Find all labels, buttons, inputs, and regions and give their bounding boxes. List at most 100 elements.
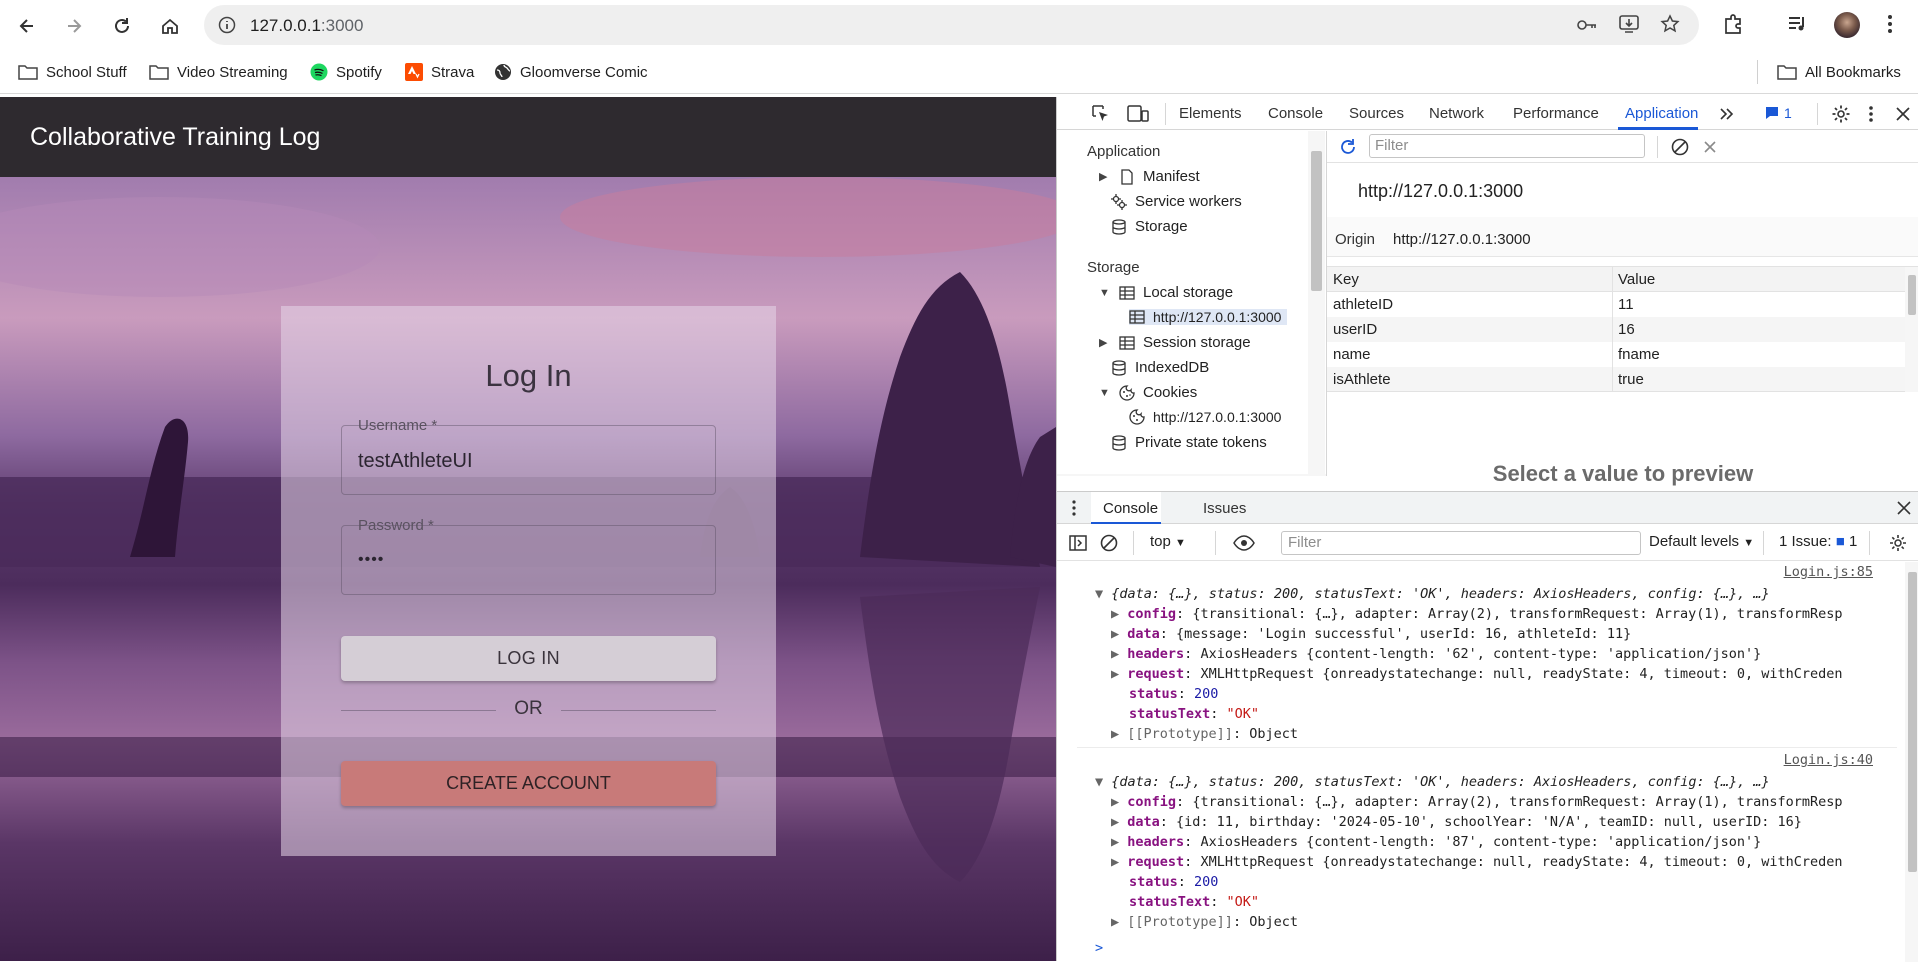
sidebar-scroll-thumb[interactable]: [1311, 151, 1322, 291]
sidebar-item-local-storage[interactable]: ▼ Local storage: [1099, 284, 1233, 301]
sidebar-item-manifest[interactable]: ▶ Manifest: [1099, 168, 1200, 185]
console-settings-icon[interactable]: [1889, 534, 1907, 552]
sidebar-item-cookies[interactable]: ▼ Cookies: [1099, 384, 1197, 401]
bookmark-spotify[interactable]: Spotify: [310, 61, 382, 83]
install-app-icon[interactable]: [1618, 14, 1640, 34]
log-prop-row[interactable]: ▶ data: {message: 'Login successful', us…: [1111, 624, 1631, 644]
all-bookmarks-button[interactable]: All Bookmarks: [1777, 61, 1901, 83]
live-expression-eye-icon[interactable]: [1233, 535, 1255, 551]
log-prop-row[interactable]: ▶ data: {id: 11, birthday: '2024-05-10',…: [1111, 812, 1802, 832]
close-devtools-icon[interactable]: [1895, 106, 1911, 122]
storage-filter-input[interactable]: Filter: [1369, 134, 1645, 158]
expand-arrow-icon[interactable]: ▶: [1111, 606, 1127, 622]
bookmark-school-stuff[interactable]: School Stuff: [18, 61, 127, 83]
collapse-arrow-icon[interactable]: ▼: [1095, 586, 1111, 602]
console-prompt-icon[interactable]: >: [1095, 938, 1103, 958]
log-summary[interactable]: ▼ {data: {…}, status: 200, statusText: '…: [1095, 584, 1770, 604]
collapse-arrow-icon[interactable]: ▼: [1099, 387, 1111, 399]
tab-elements[interactable]: Elements: [1179, 105, 1242, 122]
collapse-arrow-icon[interactable]: ▼: [1095, 774, 1111, 790]
sidebar-item-indexeddb[interactable]: IndexedDB: [1111, 359, 1209, 376]
extensions-icon[interactable]: [1722, 13, 1744, 35]
bookmark-strava[interactable]: Strava: [405, 61, 474, 83]
table-scroll-thumb[interactable]: [1908, 275, 1916, 315]
expand-arrow-icon[interactable]: ▶: [1099, 336, 1111, 349]
log-summary[interactable]: ▼ {data: {…}, status: 200, statusText: '…: [1095, 772, 1770, 792]
collapse-arrow-icon[interactable]: ▼: [1099, 287, 1111, 299]
log-prop-row[interactable]: ▶ request: XMLHttpRequest {onreadystatec…: [1111, 664, 1843, 684]
console-filter-input[interactable]: Filter: [1281, 531, 1641, 555]
drawer-menu-icon[interactable]: [1071, 499, 1077, 517]
sidebar-item-service-workers[interactable]: Service workers: [1111, 193, 1242, 210]
log-prop-row[interactable]: ▶ config: {transitional: {…}, adapter: A…: [1111, 604, 1843, 624]
sidebar-item-session-storage[interactable]: ▶ Session storage: [1099, 334, 1251, 351]
expand-arrow-icon[interactable]: ▶: [1111, 834, 1127, 850]
table-row[interactable]: name fname: [1327, 342, 1907, 367]
expand-arrow-icon[interactable]: ▶: [1111, 626, 1127, 642]
menu-dots-icon[interactable]: [1886, 13, 1894, 35]
expand-arrow-icon[interactable]: ▶: [1111, 646, 1127, 662]
log-levels-dropdown[interactable]: Default levels ▼: [1649, 533, 1754, 550]
devtools-menu-icon[interactable]: [1867, 104, 1875, 124]
login-button[interactable]: LOG IN: [341, 636, 716, 681]
back-button[interactable]: [11, 10, 43, 42]
tab-performance[interactable]: Performance: [1513, 105, 1599, 122]
more-tabs-icon[interactable]: [1718, 106, 1734, 122]
table-row[interactable]: userID 16: [1327, 317, 1907, 342]
device-toolbar-icon[interactable]: [1127, 104, 1149, 124]
close-drawer-icon[interactable]: [1897, 501, 1911, 515]
profile-avatar[interactable]: [1834, 12, 1860, 38]
tab-sources[interactable]: Sources: [1349, 105, 1404, 122]
context-selector[interactable]: top ▼: [1150, 533, 1186, 550]
username-field[interactable]: Username * testAthleteUI: [341, 417, 716, 495]
drawer-tab-issues[interactable]: Issues: [1203, 500, 1246, 517]
column-header-key[interactable]: Key: [1333, 271, 1359, 288]
refresh-icon[interactable]: [1339, 138, 1357, 156]
delete-selected-icon[interactable]: [1703, 140, 1717, 154]
console-issues-button[interactable]: 1 Issue: ■ 1: [1779, 533, 1857, 550]
password-field[interactable]: Password * ••••: [341, 517, 716, 595]
expand-arrow-icon[interactable]: ▶: [1111, 814, 1127, 830]
log-prop-row[interactable]: ▶ headers: AxiosHeaders {content-length:…: [1111, 644, 1761, 664]
address-bar[interactable]: 127.0.0.1:3000: [204, 5, 1699, 45]
info-icon[interactable]: [218, 16, 236, 34]
sidebar-item-local-origin[interactable]: http://127.0.0.1:3000: [1129, 309, 1288, 325]
tab-network[interactable]: Network: [1429, 105, 1484, 122]
home-button[interactable]: [154, 10, 186, 42]
sidebar-item-private-state-tokens[interactable]: Private state tokens: [1111, 434, 1267, 451]
bookmark-video-streaming[interactable]: Video Streaming: [149, 61, 288, 83]
expand-arrow-icon[interactable]: ▶: [1099, 170, 1111, 183]
log-source-link[interactable]: Login.js:40: [1784, 752, 1873, 768]
expand-arrow-icon[interactable]: ▶: [1111, 854, 1127, 870]
log-prop-row[interactable]: ▶ headers: AxiosHeaders {content-length:…: [1111, 832, 1761, 852]
bookmark-gloomverse-comic[interactable]: Gloomverse Comic: [494, 61, 648, 83]
reload-button[interactable]: [106, 10, 138, 42]
settings-gear-icon[interactable]: [1831, 104, 1851, 124]
inspect-element-icon[interactable]: [1091, 104, 1111, 124]
expand-arrow-icon[interactable]: ▶: [1111, 794, 1127, 810]
table-row[interactable]: isAthlete true: [1327, 367, 1907, 392]
log-source-link[interactable]: Login.js:85: [1784, 564, 1873, 580]
log-prop-row[interactable]: ▶ [[Prototype]]: Object: [1111, 912, 1298, 932]
clear-console-icon[interactable]: [1100, 534, 1118, 552]
table-row[interactable]: athleteID 11: [1327, 292, 1907, 317]
clear-all-icon[interactable]: [1671, 138, 1689, 156]
expand-arrow-icon[interactable]: ▶: [1111, 666, 1127, 682]
log-prop-row[interactable]: ▶ config: {transitional: {…}, adapter: A…: [1111, 792, 1843, 812]
issues-counter[interactable]: 1: [1765, 105, 1792, 121]
log-prop-row[interactable]: ▶ [[Prototype]]: Object: [1111, 724, 1298, 744]
sidebar-item-storage[interactable]: Storage: [1111, 218, 1188, 235]
media-control-icon[interactable]: [1786, 13, 1808, 35]
expand-arrow-icon[interactable]: ▶: [1111, 726, 1127, 742]
sidebar-horizontal-scrollbar[interactable]: [1057, 474, 1326, 476]
password-key-icon[interactable]: [1576, 16, 1598, 34]
forward-button[interactable]: [58, 10, 90, 42]
expand-arrow-icon[interactable]: ▶: [1111, 914, 1127, 930]
tab-console[interactable]: Console: [1268, 105, 1323, 122]
sidebar-toggle-icon[interactable]: [1069, 534, 1087, 552]
create-account-button[interactable]: CREATE ACCOUNT: [341, 761, 716, 806]
bookmark-star-icon[interactable]: [1660, 14, 1680, 34]
drawer-tab-console[interactable]: Console: [1091, 492, 1161, 524]
sidebar-item-cookies-origin[interactable]: http://127.0.0.1:3000: [1129, 409, 1281, 425]
table-scrollbar[interactable]: [1905, 267, 1918, 392]
